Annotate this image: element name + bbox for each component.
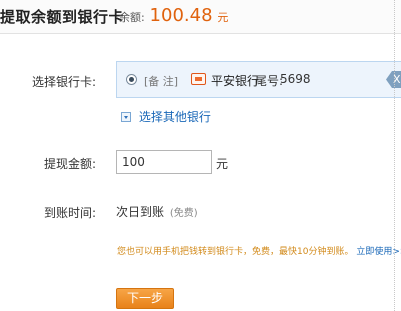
arrival-label: 到账时间: xyxy=(43,206,96,220)
tail-label: 尾号: xyxy=(255,74,284,88)
balance-display: 余额: 100.48 元 xyxy=(119,5,228,26)
arrival-value: 次日到账 xyxy=(116,205,165,219)
bank-card-option[interactable]: [备 注] 平安银行 尾号: 5698 X xyxy=(116,61,401,98)
mobile-transfer-tip: 您也可以用手机把钱转到银行卡，免费，最快10分钟到账。 立即使用>> xyxy=(117,244,401,257)
tip-text: 您也可以用手机把钱转到银行卡，免费，最快10分钟到账。 xyxy=(117,247,354,257)
card-label: 选择银行卡: xyxy=(31,75,96,89)
arrival-note: (免费) xyxy=(169,208,198,219)
select-other-bank-link[interactable]: 选择其他银行 xyxy=(121,108,211,125)
balance-label: 余额: xyxy=(119,11,145,24)
card-radio[interactable] xyxy=(126,74,137,85)
select-other-bank-label[interactable]: 选择其他银行 xyxy=(139,110,211,124)
page-header: 提取余额到银行卡 余额: 100.48 元 xyxy=(0,0,401,34)
amount-input[interactable] xyxy=(116,150,212,174)
chevron-down-icon xyxy=(121,112,131,122)
remark-link[interactable]: [备 注] xyxy=(144,73,178,89)
balance-unit: 元 xyxy=(217,11,229,24)
bank-logo-icon xyxy=(191,73,206,85)
page-title: 提取余额到银行卡 xyxy=(0,8,125,26)
arrival-time: 次日到账 (免费) xyxy=(116,203,198,220)
balance-amount: 100.48 xyxy=(149,5,213,26)
bank-name: 平安银行 xyxy=(211,74,260,88)
tail-number: 5698 xyxy=(280,72,311,86)
amount-label: 提现金额: xyxy=(43,157,96,171)
next-step-button[interactable]: 下一步 xyxy=(116,288,174,309)
scroll-divider xyxy=(394,0,401,311)
amount-unit: 元 xyxy=(216,157,229,171)
